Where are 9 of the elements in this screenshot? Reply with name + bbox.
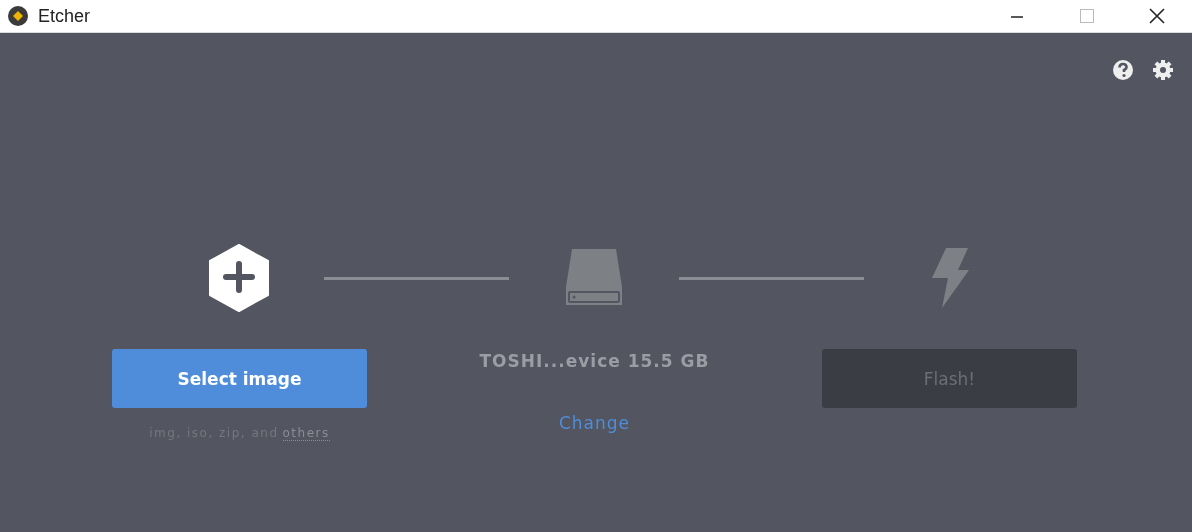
plus-hexagon-icon — [208, 244, 270, 312]
close-icon[interactable] — [1148, 7, 1166, 25]
settings-icon[interactable] — [1152, 59, 1174, 81]
app-logo-icon — [8, 6, 28, 26]
change-link[interactable]: Change — [558, 413, 631, 433]
help-icon[interactable] — [1112, 59, 1134, 81]
drive-name: TOSHI...evice 15.5 GB — [479, 351, 710, 371]
window-title: Etcher — [38, 5, 91, 27]
select-image-button[interactable]: Select image — [112, 349, 367, 408]
